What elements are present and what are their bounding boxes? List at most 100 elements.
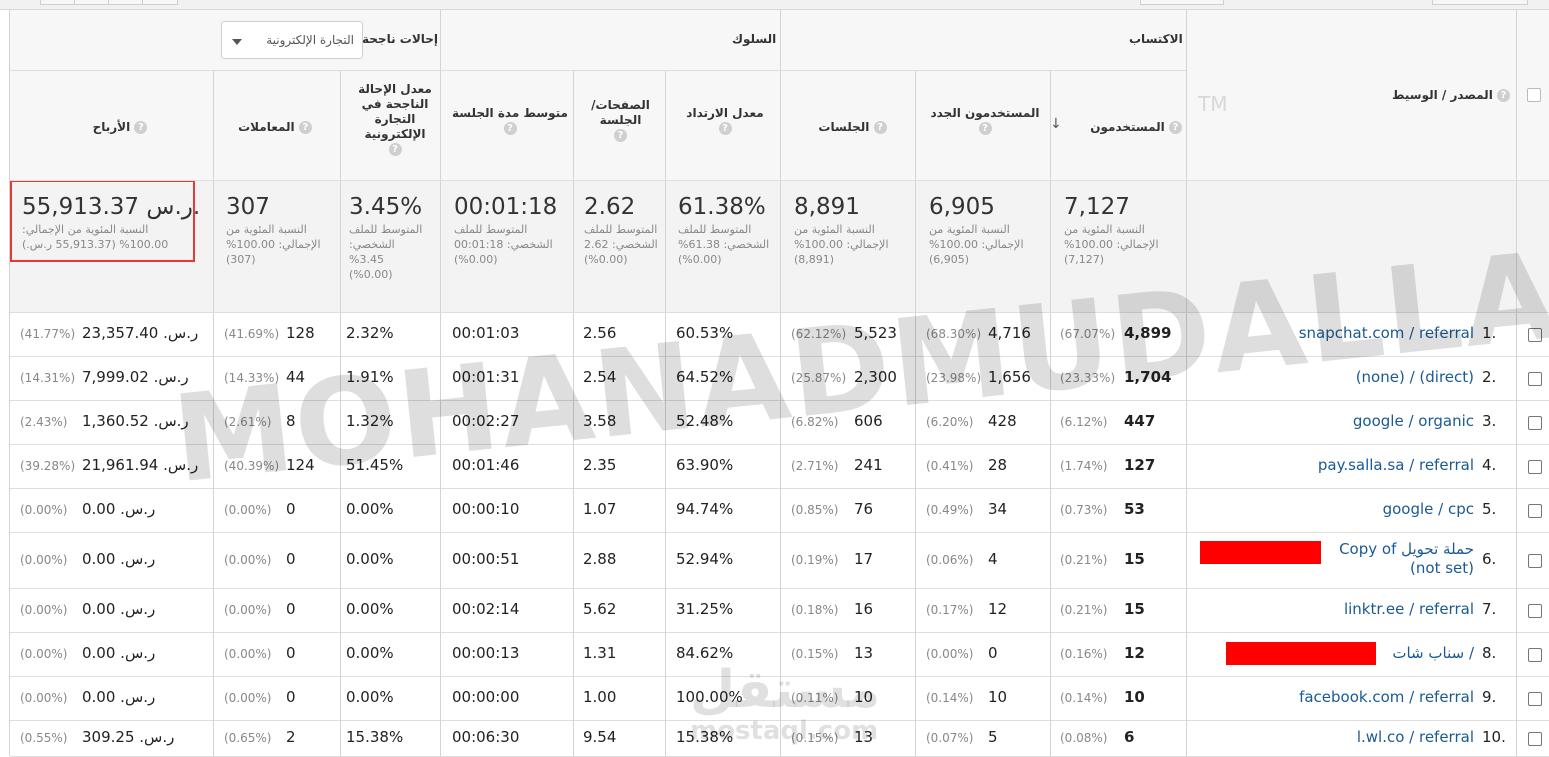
row-checkbox[interactable]	[1528, 328, 1542, 342]
revenue-pct: (41.77%)	[20, 327, 76, 341]
col-revenue[interactable]: الأرباح ?	[50, 120, 190, 135]
source-medium-link[interactable]: google / organic	[1353, 412, 1474, 430]
users-pct: (6.12%)	[1060, 415, 1108, 429]
source-medium-link[interactable]: pay.salla.sa / referral	[1318, 456, 1474, 474]
bounce-rate-value: 100.00%	[676, 688, 743, 706]
pages-per-session-value: 3.58	[583, 412, 617, 430]
col-transactions[interactable]: المعاملات ?	[220, 120, 330, 135]
source-medium-link[interactable]: facebook.com / referral	[1299, 688, 1474, 706]
sessions-value: 16	[854, 600, 874, 618]
toolbar-button[interactable]	[108, 0, 144, 5]
avg-session-duration-value: 00:00:13	[452, 644, 520, 662]
help-icon[interactable]: ?	[388, 143, 402, 156]
ecom-conversion-rate-value: 0.00%	[346, 688, 394, 706]
new-users-value: 4	[988, 550, 998, 568]
row-checkbox[interactable]	[1528, 732, 1542, 746]
row-number: 10.	[1482, 728, 1506, 746]
revenue-pct: (0.55%)	[20, 731, 68, 745]
avg-session-duration-value: 00:01:46	[452, 456, 520, 474]
revenue-value: ر.س. 1,360.52	[82, 412, 189, 430]
users-pct: (0.21%)	[1060, 553, 1108, 567]
transactions-value: 8	[286, 412, 296, 430]
group-behavior: السلوك	[732, 32, 777, 46]
row-number: 7.	[1482, 600, 1497, 618]
row-checkbox[interactable]	[1528, 372, 1542, 386]
col-pages-per-session[interactable]: الصفحات/ الجلسة?	[578, 98, 663, 143]
row-checkbox[interactable]	[1528, 648, 1542, 662]
col-new-users[interactable]: المستخدمون الجدد?	[925, 106, 1045, 136]
transactions-pct: (0.00%)	[224, 503, 272, 517]
new-users-pct: (0.49%)	[926, 503, 974, 517]
users-value: 10	[1124, 688, 1145, 706]
pages-per-session-value: 1.07	[583, 500, 617, 518]
users-pct: (0.16%)	[1060, 647, 1108, 661]
col-avg-session-duration[interactable]: متوسط مدة الجلسة ?	[450, 106, 570, 136]
help-icon[interactable]: ?	[503, 122, 517, 135]
users-value: 6	[1124, 728, 1135, 746]
help-icon[interactable]: ?	[298, 121, 312, 134]
help-icon[interactable]: ?	[1497, 89, 1510, 102]
col-ecom-conversion-rate[interactable]: معدل الإحالة الناجحة في التجارة الإلكترو…	[350, 82, 440, 157]
sessions-value: 13	[854, 728, 874, 746]
transactions-pct: (2.61%)	[224, 415, 272, 429]
help-icon[interactable]: ?	[873, 121, 887, 134]
sessions-pct: (0.11%)	[791, 691, 839, 705]
total-transactions: 307	[226, 194, 270, 220]
help-icon[interactable]: ?	[1169, 121, 1182, 134]
source-medium-link[interactable]: snapchat.com / referral	[1299, 324, 1474, 342]
ecom-conversion-rate-value: 2.32%	[346, 324, 394, 342]
help-icon[interactable]: ?	[614, 129, 627, 142]
pages-per-session-value: 2.54	[583, 368, 617, 386]
toolbar-button[interactable]	[1432, 0, 1528, 5]
col-bounce-rate[interactable]: معدل الارتداد?	[670, 106, 780, 136]
sessions-pct: (0.85%)	[791, 503, 839, 517]
toolbar-button[interactable]	[40, 0, 76, 5]
avg-session-duration-value: 00:00:10	[452, 500, 520, 518]
toolbar-button[interactable]	[142, 0, 178, 5]
source-medium-link[interactable]: (none) / (direct)	[1356, 368, 1474, 386]
row-checkbox[interactable]	[1528, 692, 1542, 706]
row-checkbox[interactable]	[1528, 554, 1542, 568]
users-value: 447	[1124, 412, 1156, 430]
row-checkbox[interactable]	[1528, 604, 1542, 618]
report-table: الاكتساب السلوك إحالات ناجحة التجارة الإ…	[9, 10, 1549, 757]
users-pct: (0.14%)	[1060, 691, 1108, 705]
group-acquisition: الاكتساب	[1129, 32, 1183, 46]
row-checkbox[interactable]	[1528, 460, 1542, 474]
sessions-value: 10	[854, 688, 874, 706]
revenue-value: ر.س. 0.00	[82, 500, 156, 518]
sessions-pct: (6.82%)	[791, 415, 839, 429]
toolbar-button[interactable]	[1140, 0, 1224, 5]
users-pct: (67.07%)	[1060, 327, 1116, 341]
col-sessions[interactable]: الجلسات ?	[790, 120, 915, 135]
source-medium-link[interactable]: Copy of حملة تحويل	[1339, 540, 1474, 558]
col-source-medium[interactable]: المصدر / الوسيط ?	[1365, 88, 1510, 103]
source-medium-link[interactable]: l.wl.co / referral	[1357, 728, 1474, 746]
toolbar-button[interactable]	[74, 0, 110, 5]
col-users[interactable]: المستخدمون ?	[1082, 120, 1182, 135]
avg-session-duration-value: 00:01:03	[452, 324, 520, 342]
avg-session-duration-value: 00:00:51	[452, 550, 520, 568]
row-checkbox[interactable]	[1528, 504, 1542, 518]
source-medium-link[interactable]: google / cpc	[1383, 500, 1474, 518]
ecom-conversion-rate-value: 1.32%	[346, 412, 394, 430]
row-checkbox[interactable]	[1528, 416, 1542, 430]
source-medium-link[interactable]: linktr.ee / referral	[1344, 600, 1474, 618]
new-users-pct: (68.30%)	[926, 327, 982, 341]
conversion-type-dropdown[interactable]: التجارة الإلكترونية	[221, 21, 363, 59]
help-icon[interactable]: ?	[718, 122, 732, 135]
help-icon[interactable]: ?	[134, 121, 148, 134]
total-pages-per-session: 2.62	[584, 194, 636, 220]
new-users-pct: (6.20%)	[926, 415, 974, 429]
pages-per-session-value: 5.62	[583, 600, 617, 618]
sort-descending-icon[interactable]: ↓	[1050, 116, 1062, 132]
users-value: 127	[1124, 456, 1156, 474]
select-all-checkbox[interactable]	[1527, 88, 1541, 102]
ecom-conversion-rate-value: 51.45%	[346, 456, 404, 474]
new-users-value: 0	[988, 644, 998, 662]
source-medium-link[interactable]: سناب شات /	[1392, 644, 1474, 662]
source-medium-link[interactable]: (not set)	[1410, 559, 1474, 577]
transactions-value: 128	[286, 324, 315, 342]
avg-session-duration-value: 00:06:30	[452, 728, 520, 746]
help-icon[interactable]: ?	[978, 122, 992, 135]
